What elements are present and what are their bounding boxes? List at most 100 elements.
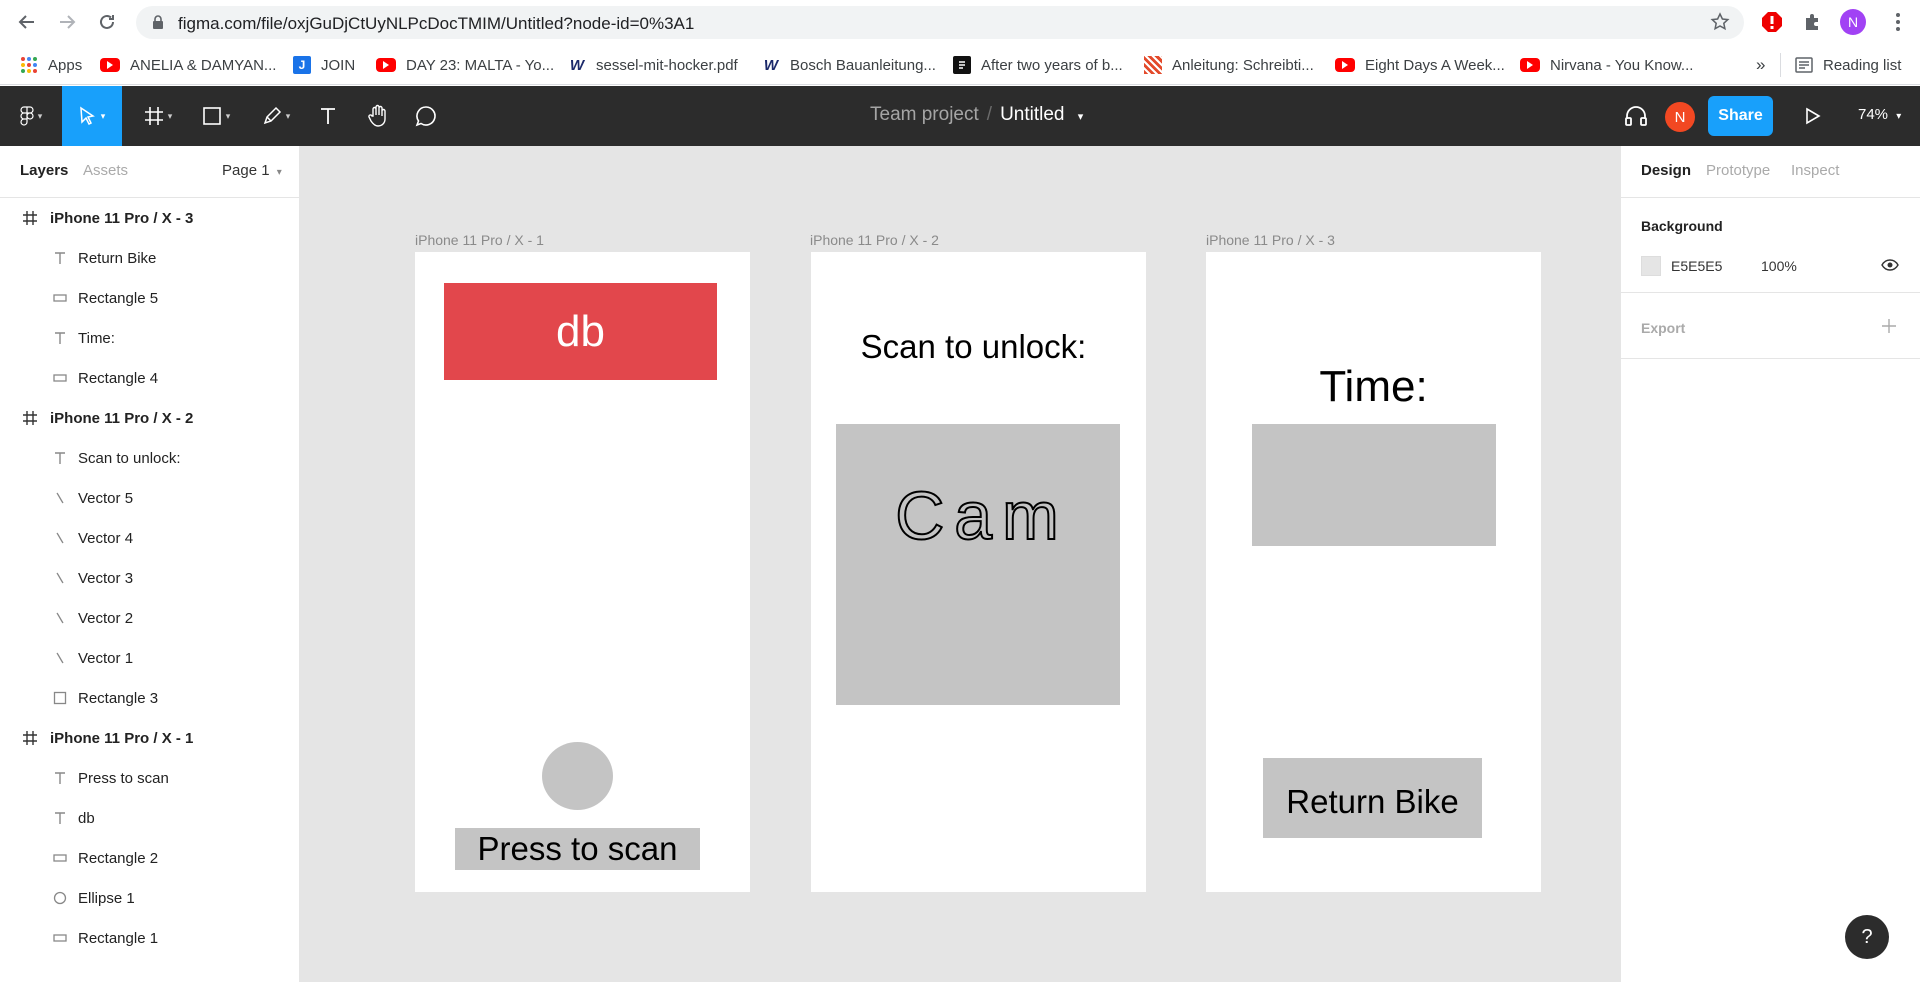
bookmark-item[interactable]: Eight Days A Week... — [1335, 53, 1505, 77]
bookmark-item[interactable]: DAY 23: MALTA - Yo... — [376, 53, 554, 77]
bookmark-item[interactable]: Nirvana - You Know... — [1520, 53, 1693, 77]
frame-label[interactable]: iPhone 11 Pro / X - 3 — [1206, 232, 1335, 248]
help-button[interactable]: ? — [1845, 915, 1889, 959]
layer-row[interactable]: Ellipse 1 — [0, 878, 299, 918]
layer-row[interactable]: Vector 2 — [0, 598, 299, 638]
layer-row[interactable]: Scan to unlock: — [0, 438, 299, 478]
add-export-icon[interactable] — [1881, 318, 1897, 339]
headphones-icon — [1625, 106, 1647, 126]
layer-row[interactable]: Press to scan — [0, 758, 299, 798]
bookmark-item[interactable]: ANELIA & DAMYAN... — [100, 53, 276, 77]
background-color-swatch[interactable] — [1641, 256, 1661, 276]
forward-arrow-icon — [60, 15, 76, 29]
layer-frame-row[interactable]: iPhone 11 Pro / X - 2 — [0, 398, 299, 438]
phone-frame-1[interactable]: db Press to scan — [415, 252, 750, 892]
rectangle-layer-icon — [52, 370, 68, 386]
tab-layers[interactable]: Layers — [20, 162, 68, 179]
extensions-puzzle-icon[interactable] — [1800, 10, 1824, 34]
shape-tool-button[interactable]: ▾ — [194, 86, 238, 146]
layer-row[interactable]: Vector 4 — [0, 518, 299, 558]
layer-row[interactable]: Time: — [0, 318, 299, 358]
reading-list-button[interactable]: Reading list — [1780, 53, 1901, 77]
layer-frame-row[interactable]: iPhone 11 Pro / X - 1 — [0, 718, 299, 758]
layer-row[interactable]: db — [0, 798, 299, 838]
frame-label[interactable]: iPhone 11 Pro / X - 1 — [415, 232, 544, 248]
background-opacity-input[interactable]: 100% — [1761, 258, 1797, 274]
kebab-menu-icon[interactable] — [1886, 10, 1910, 34]
bookmark-item[interactable]: W Bosch Bauanleitung... — [762, 53, 936, 77]
comment-tool-button[interactable] — [408, 86, 444, 146]
layer-row[interactable]: Vector 1 — [0, 638, 299, 678]
layer-row[interactable]: Rectangle 1 — [0, 918, 299, 958]
forward-button[interactable] — [54, 9, 80, 35]
share-button[interactable]: Share — [1708, 96, 1773, 136]
layer-label: Rectangle 1 — [78, 929, 159, 947]
page-selector[interactable]: Page 1 ▾ — [222, 162, 282, 179]
main-menu-button[interactable]: ▾ — [8, 86, 54, 146]
layer-row[interactable]: Rectangle 3 — [0, 678, 299, 718]
vector-layer-icon — [52, 610, 68, 626]
address-bar[interactable]: figma.com/file/oxjGuDjCtUyNLPcDocTMIM/Un… — [136, 6, 1744, 39]
audio-button[interactable] — [1618, 86, 1654, 146]
profile-avatar[interactable]: N — [1840, 9, 1866, 35]
tab-prototype[interactable]: Prototype — [1706, 162, 1770, 179]
return-bike-button[interactable]: Return Bike — [1263, 758, 1482, 838]
tab-assets[interactable]: Assets — [83, 162, 128, 179]
export-section-title[interactable]: Export — [1641, 320, 1685, 336]
youtube-icon — [1335, 58, 1355, 72]
camera-rectangle[interactable]: Cam — [836, 424, 1120, 705]
vector-layer-icon — [52, 490, 68, 506]
zoom-dropdown[interactable]: 74% ▾ — [1858, 106, 1901, 123]
layer-row[interactable]: Rectangle 2 — [0, 838, 299, 878]
layers-panel: Layers Assets Page 1 ▾ iPhone 11 Pro / X… — [0, 146, 300, 982]
hand-tool-button[interactable] — [360, 86, 396, 146]
more-bookmarks-button[interactable]: » — [1756, 53, 1765, 77]
phone-frame-2[interactable]: Scan to unlock: Cam — [811, 252, 1146, 892]
layer-row[interactable]: Rectangle 4 — [0, 358, 299, 398]
bookmark-apps[interactable]: Apps — [20, 53, 82, 77]
team-name[interactable]: Team project — [870, 104, 979, 125]
pen-tool-button[interactable]: ▾ — [254, 86, 298, 146]
tab-inspect[interactable]: Inspect — [1791, 162, 1839, 179]
reload-button[interactable] — [94, 9, 120, 35]
bookmark-label: ANELIA & DAMYAN... — [130, 56, 277, 74]
reading-list-label: Reading list — [1823, 56, 1902, 74]
move-tool-button[interactable]: ▾ — [62, 86, 122, 146]
layer-label: Rectangle 2 — [78, 849, 159, 867]
scan-ellipse[interactable] — [542, 742, 613, 810]
bookmark-item[interactable]: Anleitung: Schreibti... — [1144, 53, 1314, 77]
background-hex-input[interactable]: E5E5E5 — [1671, 258, 1722, 274]
time-display-rectangle[interactable] — [1252, 424, 1496, 546]
file-name[interactable]: Untitled — [1000, 104, 1064, 125]
layer-row[interactable]: Vector 3 — [0, 558, 299, 598]
layer-row[interactable]: Return Bike — [0, 238, 299, 278]
eye-icon[interactable] — [1881, 258, 1899, 277]
tab-design[interactable]: Design — [1641, 162, 1691, 179]
layer-label: iPhone 11 Pro / X - 1 — [50, 729, 194, 747]
design-panel-tabs: Design Prototype Inspect — [1621, 146, 1920, 198]
back-button[interactable] — [14, 9, 40, 35]
design-canvas[interactable]: iPhone 11 Pro / X - 1 iPhone 11 Pro / X … — [300, 146, 1620, 982]
frame-tool-button[interactable]: ▾ — [136, 86, 180, 146]
layer-label: db — [78, 809, 95, 827]
layer-row[interactable]: Vector 5 — [0, 478, 299, 518]
text-tool-button[interactable] — [312, 86, 344, 146]
phone-frame-3[interactable]: Time: Return Bike — [1206, 252, 1541, 892]
file-title[interactable]: Team project / Untitled ▾ — [870, 104, 1083, 126]
layer-frame-row[interactable]: iPhone 11 Pro / X - 3 — [0, 198, 299, 238]
bookmark-item[interactable]: W sessel-mit-hocker.pdf — [568, 53, 738, 77]
bookmark-item[interactable]: After two years of b... — [953, 53, 1123, 77]
figma-logo-icon — [20, 106, 34, 126]
press-to-scan-button[interactable]: Press to scan — [455, 828, 700, 870]
present-button[interactable] — [1796, 86, 1830, 146]
collaborator-avatar[interactable]: N — [1665, 102, 1695, 132]
text-icon — [321, 108, 335, 124]
frame-label[interactable]: iPhone 11 Pro / X - 2 — [810, 232, 939, 248]
layers-panel-tabs: Layers Assets Page 1 ▾ — [0, 146, 299, 198]
db-logo-rectangle[interactable]: db — [444, 283, 717, 380]
bookmark-star-icon[interactable] — [1710, 12, 1730, 37]
layer-row[interactable]: Rectangle 5 — [0, 278, 299, 318]
adblock-extension-icon[interactable] — [1760, 10, 1784, 34]
bookmark-item[interactable]: J JOIN — [293, 53, 355, 77]
chevron-down-icon[interactable]: ▾ — [1078, 111, 1084, 123]
